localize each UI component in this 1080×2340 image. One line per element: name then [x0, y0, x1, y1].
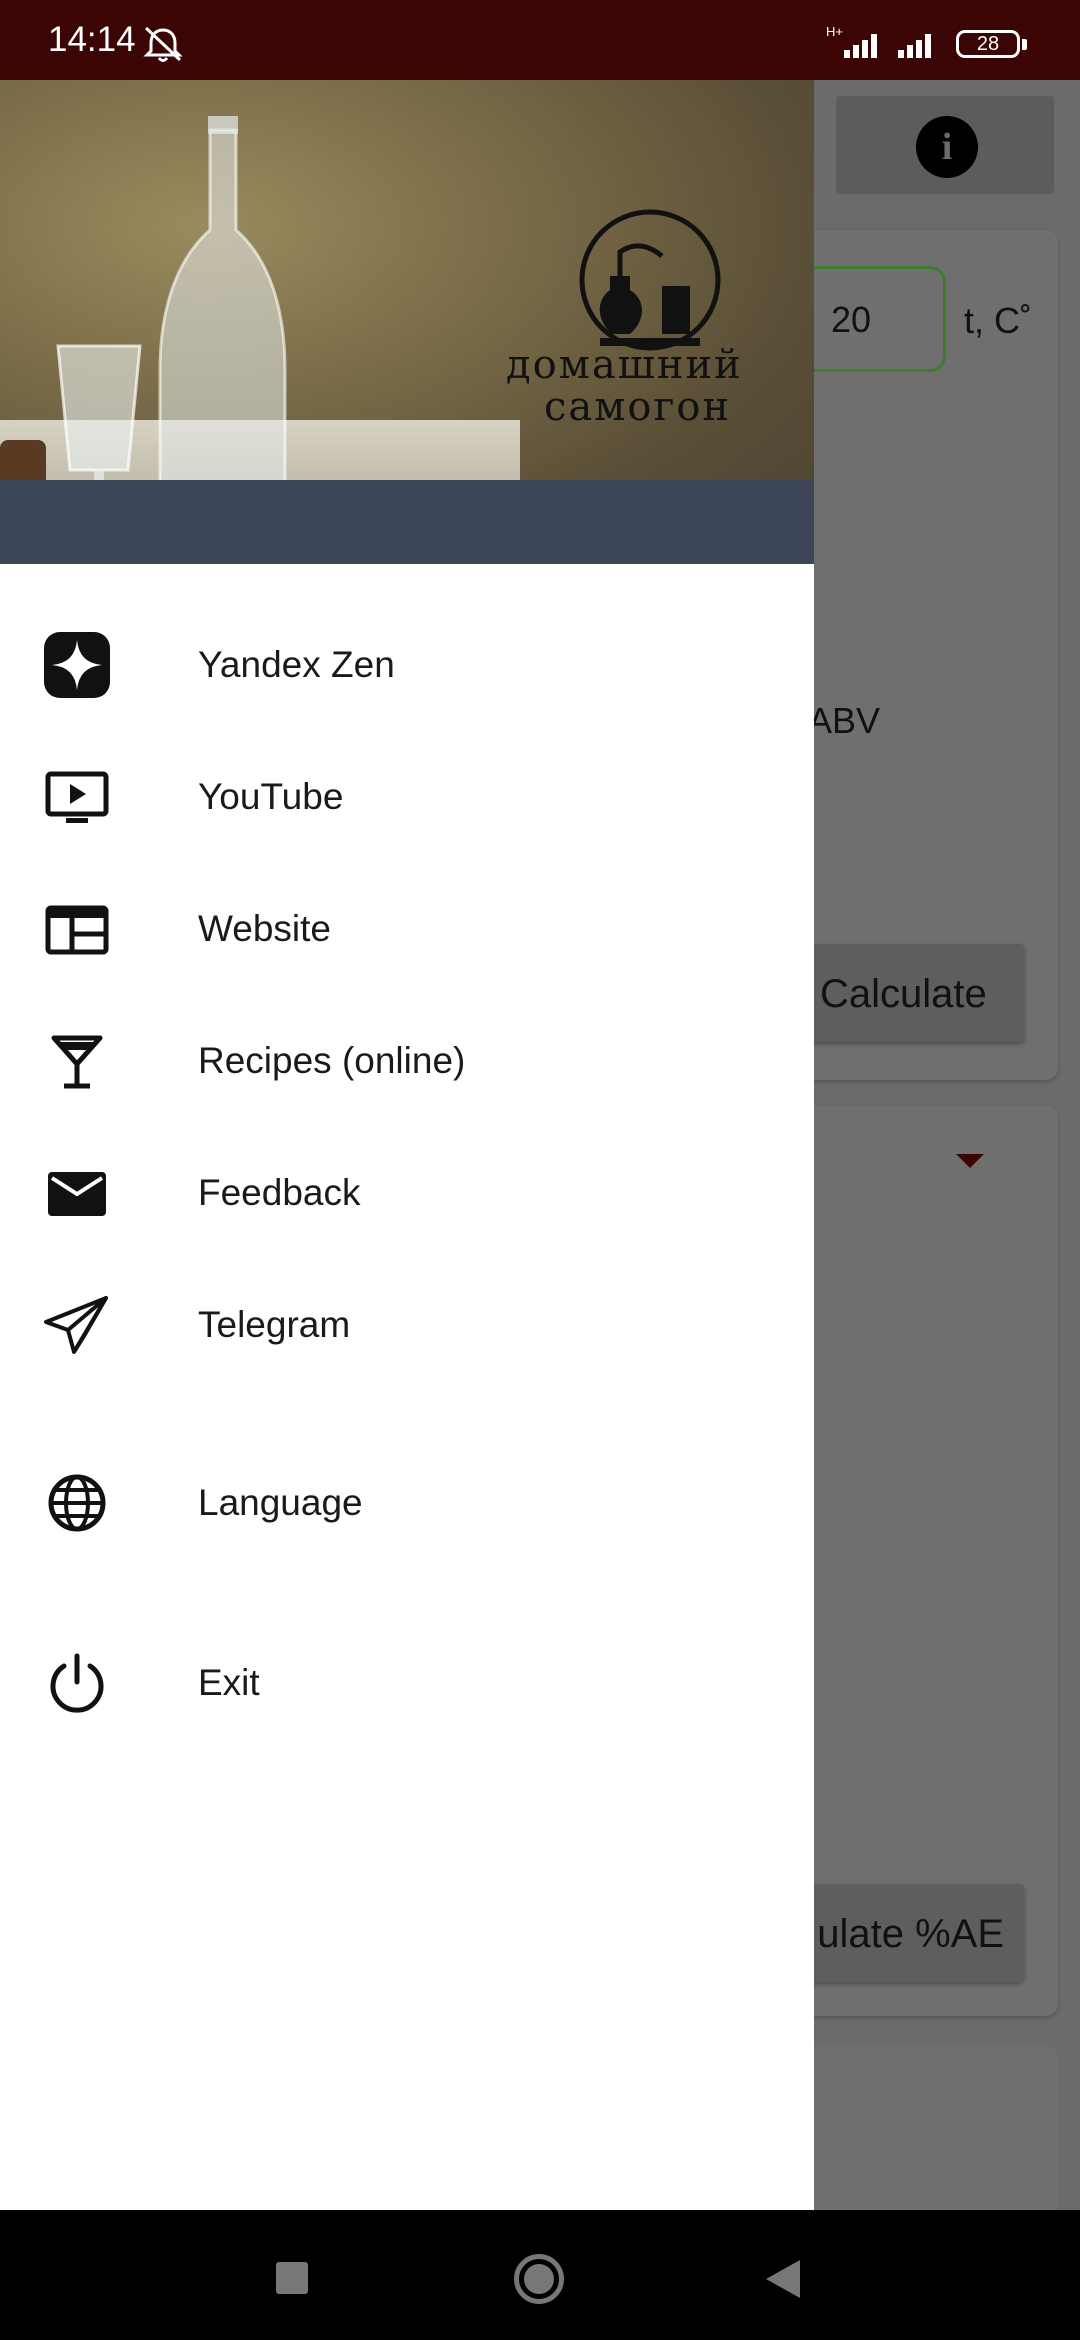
menu-item-feedback[interactable]: Feedback — [0, 1128, 814, 1260]
globe-icon — [42, 1468, 112, 1538]
network-type-label: H+ — [826, 24, 843, 39]
status-bar: 14:14 H+ 28 — [0, 0, 1080, 80]
back-button[interactable] — [766, 2260, 800, 2298]
menu-item-label: Website — [198, 908, 331, 949]
menu-item-website[interactable]: Website — [0, 864, 814, 996]
mute-bell-icon — [140, 24, 186, 69]
power-icon — [42, 1648, 112, 1718]
calculate-button-label: Calculate — [820, 972, 987, 1016]
signal-icon: H+ — [818, 20, 948, 71]
drawer-header-image: домашний самогон — [0, 80, 814, 564]
calculate-button[interactable]: Calculate — [800, 944, 1024, 1042]
menu-item-exit[interactable]: Exit — [0, 1618, 814, 1750]
abv-label: ABV — [808, 700, 881, 741]
recents-button[interactable] — [276, 2262, 308, 2294]
menu-item-label: Exit — [198, 1662, 260, 1703]
menu-item-language[interactable]: Language — [0, 1438, 814, 1570]
menu-item-youtube[interactable]: YouTube — [0, 732, 814, 864]
menu-item-recipes[interactable]: Recipes (online) — [0, 996, 814, 1128]
ae-card — [780, 1106, 1058, 2016]
menu-item-label: Yandex Zen — [198, 644, 395, 685]
menu-item-label: Feedback — [198, 1172, 361, 1213]
calculate-ae-button[interactable]: ulate %AE — [780, 1884, 1024, 1982]
youtube-icon — [42, 762, 112, 832]
temperature-unit: t, C˚ — [964, 300, 1032, 341]
menu-item-label: Recipes (online) — [198, 1040, 466, 1081]
website-icon — [42, 894, 112, 964]
info-icon: i — [916, 116, 978, 178]
menu-item-telegram[interactable]: Telegram — [0, 1260, 814, 1392]
menu-item-label: YouTube — [198, 776, 344, 817]
home-button-dot — [524, 2264, 554, 2294]
telegram-icon — [42, 1290, 112, 1360]
clock: 14:14 — [48, 20, 136, 59]
battery-level: 28 — [976, 33, 1000, 55]
system-navigation-bar — [0, 2210, 1080, 2340]
battery-nub — [1022, 39, 1027, 50]
mail-icon — [42, 1158, 112, 1228]
calculate-ae-button-label: ulate %AE — [817, 1912, 1004, 1956]
cocktail-glass-icon — [42, 1026, 112, 1096]
menu-item-yandex-zen[interactable]: Yandex Zen — [0, 600, 814, 732]
menu-item-label: Language — [198, 1482, 363, 1523]
menu-item-label: Telegram — [198, 1304, 351, 1345]
battery-icon: 28 — [956, 30, 1020, 58]
logo-line-1: домашний — [506, 342, 743, 388]
chevron-down-icon[interactable] — [956, 1154, 984, 1168]
logo-line-2: самогон — [544, 384, 732, 430]
temperature-value: 20 — [831, 299, 872, 340]
info-button[interactable]: i — [836, 96, 1054, 194]
yandex-zen-icon — [42, 630, 112, 700]
navigation-drawer: домашний самогон Yandex Zen YouTube Webs… — [0, 80, 814, 2210]
